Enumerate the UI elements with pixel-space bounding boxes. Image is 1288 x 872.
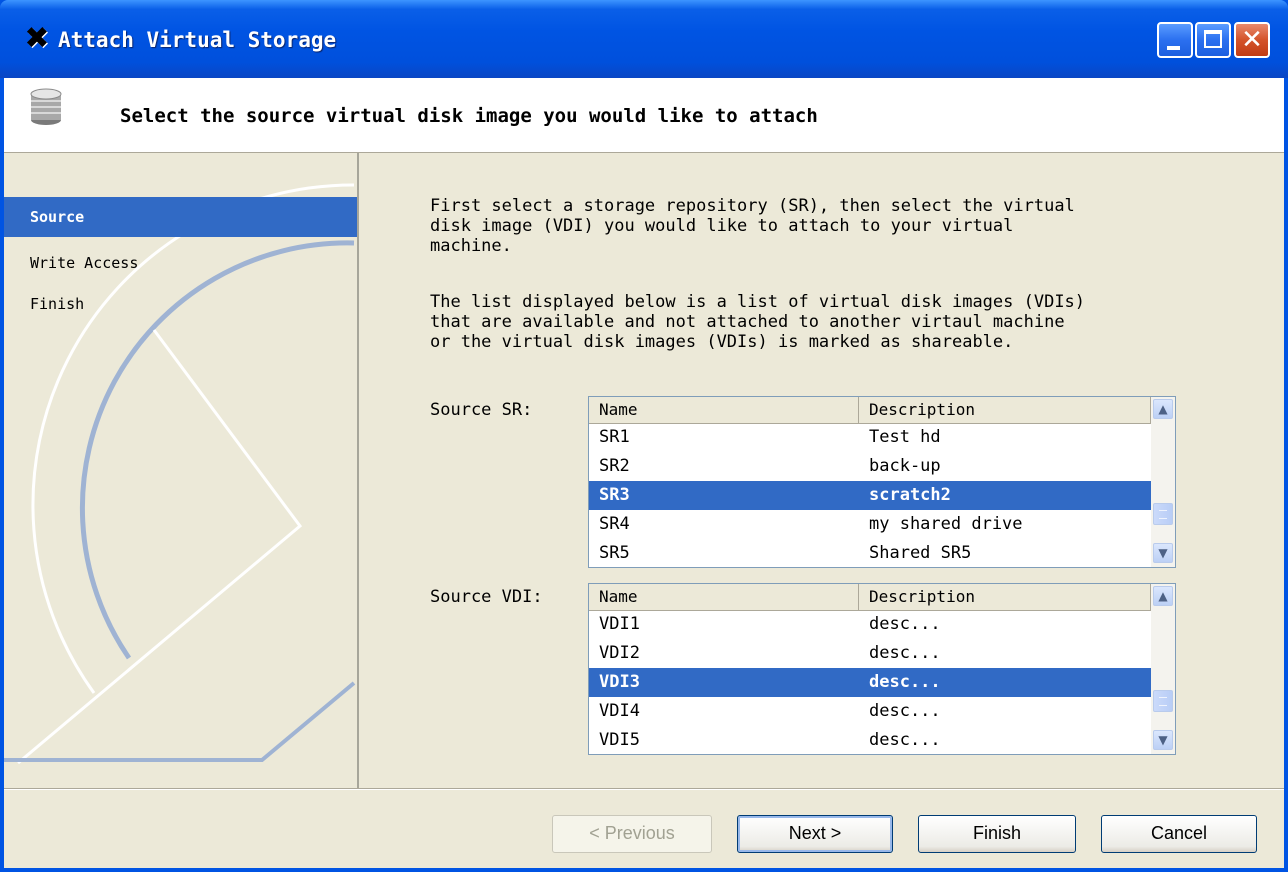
scroll-thumb[interactable] — [1153, 503, 1173, 525]
list-item[interactable]: SR5 Shared SR5 — [589, 539, 1151, 567]
column-header-name[interactable]: Name — [589, 584, 859, 610]
dialog-client: Select the source virtual disk image you… — [4, 78, 1284, 868]
dialog-window: ✖ Attach Virtual Storage ✕ Select the so… — [0, 0, 1288, 872]
list-item[interactable]: VDI2 desc... — [589, 639, 1151, 668]
scroll-up-icon[interactable]: ▲ — [1153, 586, 1173, 606]
window-title: Attach Virtual Storage — [58, 28, 337, 52]
column-header-name[interactable]: Name — [589, 397, 859, 423]
maximize-icon — [1204, 30, 1222, 48]
source-vdi-header: Name Description — [589, 584, 1151, 611]
previous-button[interactable]: < Previous — [552, 815, 712, 853]
close-button[interactable]: ✕ — [1234, 22, 1270, 58]
step-source: Source — [4, 197, 357, 237]
column-header-description[interactable]: Description — [859, 397, 1151, 423]
wizard-header: Select the source virtual disk image you… — [4, 78, 1284, 153]
wizard-steps-panel: Source Write Access Finish — [4, 153, 359, 788]
title-bar[interactable]: ✖ Attach Virtual Storage ✕ — [0, 0, 1288, 78]
scroll-down-icon[interactable]: ▼ — [1153, 730, 1173, 750]
close-icon: ✕ — [1241, 25, 1263, 55]
next-button[interactable]: Next > — [737, 815, 893, 853]
minimize-button[interactable] — [1157, 22, 1193, 58]
source-vdi-scrollbar[interactable]: ▲ ▼ — [1151, 584, 1175, 754]
source-sr-scrollbar[interactable]: ▲ ▼ — [1151, 397, 1175, 567]
finish-button[interactable]: Finish — [918, 815, 1076, 853]
scroll-thumb[interactable] — [1153, 690, 1173, 712]
list-note-text: The list displayed below is a list of vi… — [430, 292, 1086, 352]
maximize-button[interactable] — [1195, 22, 1231, 58]
list-item[interactable]: SR1 Test hd — [589, 423, 1151, 452]
wizard-heading: Select the source virtual disk image you… — [120, 105, 818, 127]
minimize-icon — [1167, 46, 1180, 50]
source-vdi-list[interactable]: Name Description VDI1 desc... VDI2 desc...… — [588, 583, 1176, 755]
list-item[interactable]: VDI1 desc... — [589, 610, 1151, 639]
intro-text: First select a storage repository (SR), … — [430, 196, 1075, 256]
list-item[interactable]: VDI5 desc... — [589, 726, 1151, 754]
cancel-button[interactable]: Cancel — [1101, 815, 1257, 853]
source-sr-header: Name Description — [589, 397, 1151, 424]
list-item[interactable]: VDI4 desc... — [589, 697, 1151, 726]
list-item-selected[interactable]: VDI3 desc... — [589, 668, 1151, 697]
scroll-down-icon[interactable]: ▼ — [1153, 543, 1173, 563]
scroll-up-icon[interactable]: ▲ — [1153, 399, 1173, 419]
list-item[interactable]: SR2 back-up — [589, 452, 1151, 481]
source-sr-label: Source SR: — [430, 400, 533, 420]
step-finish: Finish — [30, 295, 85, 313]
step-write-access: Write Access — [30, 254, 139, 272]
x-logo-icon: ✖ — [24, 21, 50, 56]
source-vdi-label: Source VDI: — [430, 587, 543, 607]
disk-stack-icon — [30, 88, 62, 125]
footer-separator — [4, 788, 1284, 790]
list-item-selected[interactable]: SR3 scratch2 — [589, 481, 1151, 510]
column-header-description[interactable]: Description — [859, 584, 1151, 610]
source-sr-list[interactable]: Name Description SR1 Test hd SR2 back-up S… — [588, 396, 1176, 568]
list-item[interactable]: SR4 my shared drive — [589, 510, 1151, 539]
